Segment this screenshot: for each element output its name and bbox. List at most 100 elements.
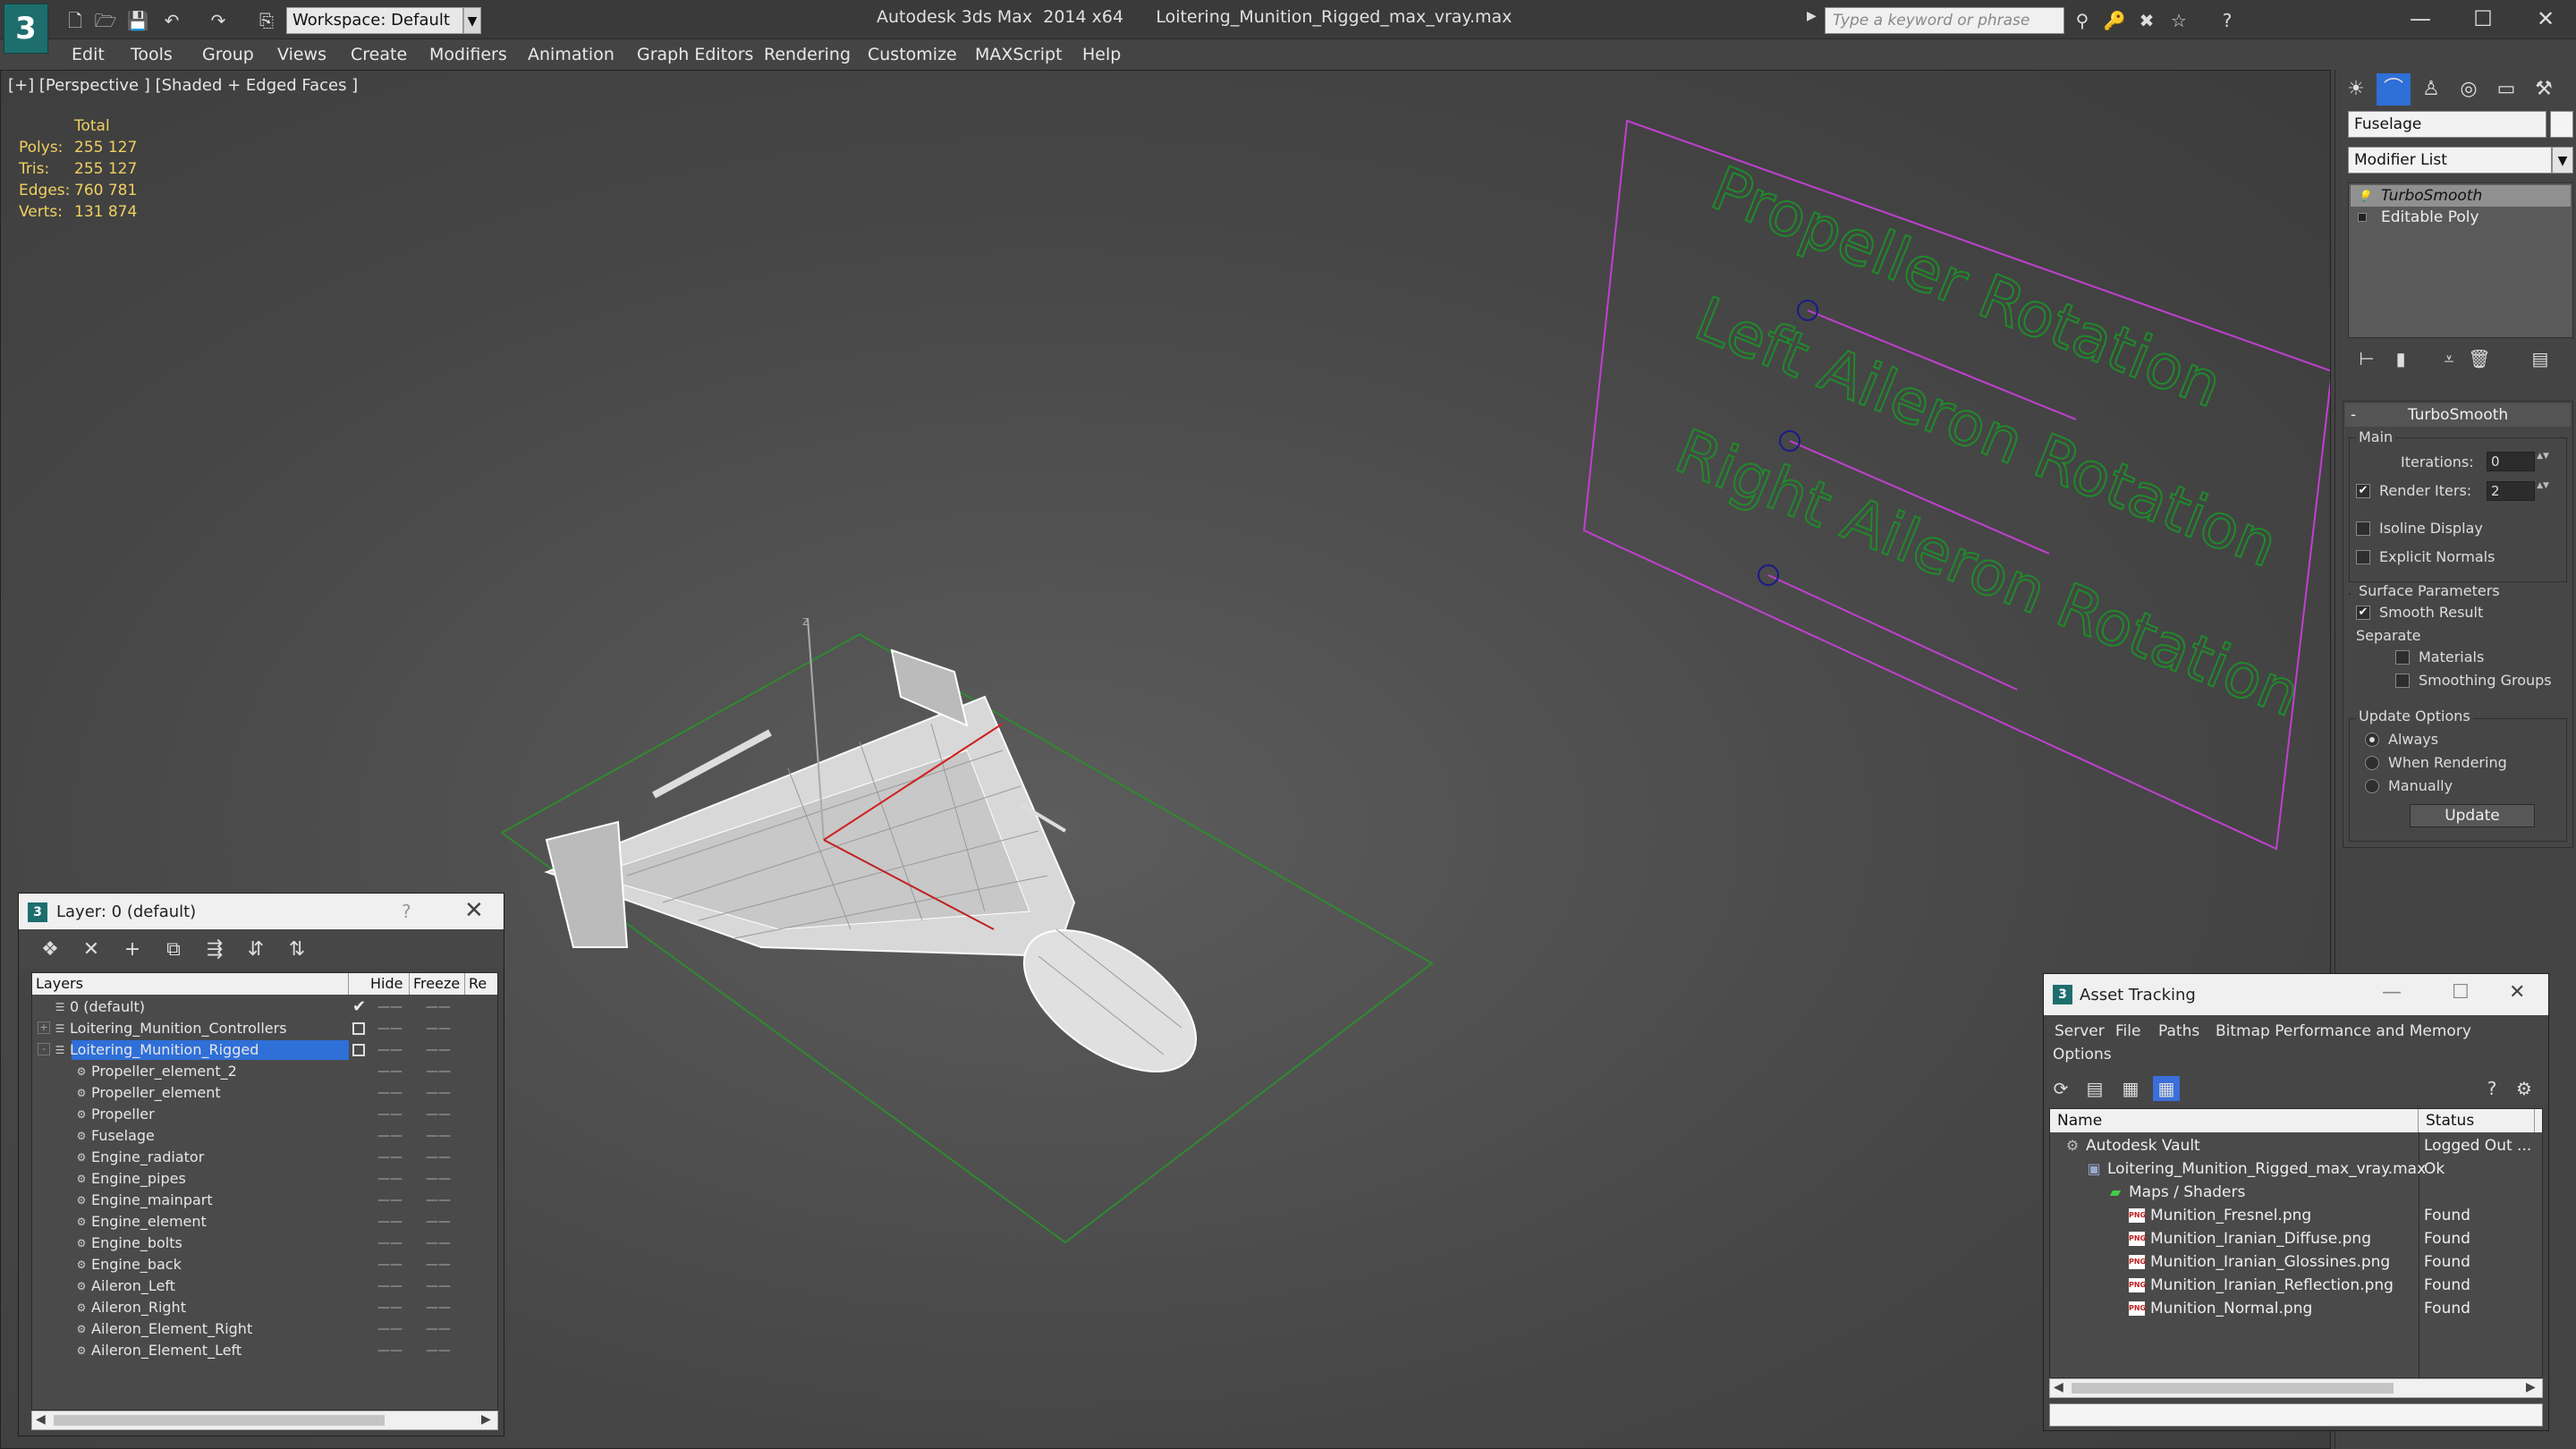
asset-list-hscrollbar[interactable]: ◀ ▶	[2049, 1378, 2543, 1398]
hide-toggle[interactable]: ——	[377, 1082, 402, 1104]
freeze-toggle[interactable]: ——	[426, 996, 451, 1018]
hide-toggle[interactable]: ——	[377, 1318, 402, 1340]
set-current-layer-icon[interactable]	[352, 1022, 365, 1035]
freeze-toggle[interactable]: ——	[426, 1061, 451, 1082]
new-file-icon[interactable]: 🗋	[63, 9, 88, 32]
favorites-star-icon[interactable]: ☆	[2166, 9, 2191, 32]
freeze-toggle[interactable]: ——	[426, 1340, 451, 1361]
scroll-thumb[interactable]	[54, 1415, 385, 1426]
stack-item-editable-poly[interactable]: Editable Poly	[2351, 207, 2571, 228]
layer-row[interactable]: ⚙ Propeller —— ——	[32, 1104, 497, 1125]
freeze-toggle[interactable]: ——	[426, 1233, 451, 1254]
freeze-toggle[interactable]: ——	[426, 1082, 451, 1104]
column-status[interactable]: Status	[2419, 1109, 2535, 1132]
expand-toggle-icon[interactable]: +	[38, 1021, 50, 1034]
menu-customize[interactable]: Customize	[868, 45, 957, 64]
show-end-result-icon[interactable]: ▮	[2387, 345, 2414, 372]
set-current-layer-icon[interactable]	[352, 1044, 365, 1056]
scroll-left-icon[interactable]: ◀	[36, 1412, 46, 1427]
create-new-layer-icon[interactable]: ❖	[37, 936, 64, 963]
make-unique-icon[interactable]: ⩡	[2436, 345, 2462, 372]
help-icon[interactable]: ?	[2479, 1076, 2505, 1101]
update-manually-radio[interactable]	[2365, 779, 2379, 793]
object-color-swatch[interactable]	[2550, 111, 2573, 138]
menu-edit[interactable]: Edit	[72, 45, 105, 64]
hide-toggle[interactable]: ——	[377, 1340, 402, 1361]
asset-row[interactable]: PNG Munition_Iranian_Glossines.png Found	[2050, 1250, 2542, 1274]
asset-menu-paths[interactable]: Paths	[2158, 1022, 2199, 1040]
add-selected-to-layer-icon[interactable]: +	[119, 936, 146, 963]
column-render[interactable]: Re	[465, 973, 497, 995]
layer-row[interactable]: ⚙ Engine_mainpart —— ——	[32, 1190, 497, 1211]
freeze-toggle[interactable]: ——	[426, 1018, 451, 1039]
menu-group[interactable]: Group	[202, 45, 254, 64]
asset-menu-bitmap-performance[interactable]: Bitmap Performance and Memory	[2216, 1022, 2471, 1040]
stack-item-turbosmooth[interactable]: 💡 TurboSmooth	[2351, 185, 2571, 207]
layer-row[interactable]: ☰ 0 (default) ✔ —— ——	[32, 996, 497, 1018]
menu-animation[interactable]: Animation	[528, 45, 614, 64]
scroll-right-icon[interactable]: ▶	[481, 1412, 491, 1427]
open-file-icon[interactable]: 🗁	[93, 9, 118, 32]
maximize-icon[interactable]: ☐	[2458, 2, 2508, 36]
detail-view-icon[interactable]: ▦	[2117, 1076, 2144, 1101]
undo-icon[interactable]: ↶	[159, 9, 184, 32]
freeze-toggle[interactable]: ——	[426, 1039, 451, 1061]
layer-row[interactable]: + ☰ Loitering_Munition_Controllers —— ——	[32, 1018, 497, 1039]
asset-menu-server[interactable]: Server	[2055, 1022, 2105, 1040]
hide-toggle[interactable]: ——	[377, 1211, 402, 1233]
update-always-radio[interactable]	[2365, 733, 2379, 747]
iterations-spinner[interactable]: 0	[2487, 452, 2535, 471]
rollout-header[interactable]: - TurboSmooth	[2345, 403, 2571, 427]
hide-toggle[interactable]: ——	[377, 1190, 402, 1211]
exchange-icon[interactable]: ✖	[2134, 9, 2159, 32]
layer-row[interactable]: ⚙ Propeller_element_2 —— ——	[32, 1061, 497, 1082]
highlight-selected-layer-icon[interactable]: ⇶	[201, 936, 228, 963]
asset-row[interactable]: ⚙ Autodesk Vault Logged Out ...	[2050, 1134, 2542, 1157]
search-expand-icon[interactable]: ▶	[1807, 9, 1823, 32]
list-view-icon[interactable]: ▤	[2081, 1076, 2108, 1101]
asset-row[interactable]: ▰ Maps / Shaders	[2050, 1181, 2542, 1204]
render-iters-checkbox[interactable]: ✔	[2356, 484, 2370, 498]
menu-help[interactable]: Help	[1082, 45, 1121, 64]
minimize-icon[interactable]: —	[2395, 2, 2445, 36]
iterations-spinner-arrows[interactable]: ▲▼	[2537, 452, 2549, 471]
asset-row[interactable]: PNG Munition_Iranian_Diffuse.png Found	[2050, 1227, 2542, 1250]
freeze-toggle[interactable]: ——	[426, 1318, 451, 1340]
hide-toggle[interactable]: ——	[377, 1061, 402, 1082]
freeze-toggle[interactable]: ——	[426, 1147, 451, 1168]
object-name-field[interactable]: Fuselage	[2348, 111, 2546, 138]
hide-toggle[interactable]: ——	[377, 1233, 402, 1254]
layer-row[interactable]: ⚙ Engine_bolts —— ——	[32, 1233, 497, 1254]
smooth-result-checkbox[interactable]: ✔	[2356, 606, 2370, 620]
scroll-left-icon[interactable]: ◀	[2054, 1380, 2063, 1394]
remove-modifier-icon[interactable]: 🗑	[2466, 345, 2493, 372]
create-tab-icon[interactable]: ☀	[2339, 73, 2373, 106]
asset-menu-file[interactable]: File	[2115, 1022, 2140, 1040]
update-when-rendering-radio[interactable]	[2365, 756, 2379, 770]
render-iters-spinner[interactable]: 2	[2487, 481, 2535, 501]
asset-row[interactable]: ▣ Loitering_Munition_Rigged_max_vray.max O…	[2050, 1157, 2542, 1181]
settings-icon[interactable]: ⚙	[2511, 1076, 2538, 1101]
hide-toggle[interactable]: ——	[377, 1039, 402, 1061]
display-tab-icon[interactable]: ▭	[2489, 73, 2523, 106]
separate-materials-checkbox[interactable]	[2395, 650, 2410, 665]
freeze-toggle[interactable]: ——	[426, 1254, 451, 1275]
maximize-icon[interactable]: ☐	[2452, 981, 2470, 1004]
drone-model[interactable]	[544, 648, 1220, 1100]
layer-row[interactable]: ⚙ Engine_radiator —— ——	[32, 1147, 497, 1168]
viewport-label-menu[interactable]: [+] [Perspective ] [Shaded + Edged Faces…	[8, 76, 358, 95]
column-freeze[interactable]: Freeze	[410, 973, 465, 995]
workspace-select[interactable]: Workspace: Default	[286, 7, 463, 34]
search-input[interactable]: Type a keyword or phrase	[1825, 7, 2064, 34]
render-iters-spinner-arrows[interactable]: ▲▼	[2537, 481, 2549, 501]
separate-smoothing-groups-checkbox[interactable]	[2395, 674, 2410, 688]
select-objects-in-layer-icon[interactable]: ⧉	[160, 936, 187, 963]
asset-menu-options[interactable]: Options	[2053, 1046, 2112, 1063]
expand-toggle-icon[interactable]: -	[38, 1043, 50, 1055]
app-logo-icon[interactable]: 3	[4, 4, 48, 54]
freeze-toggle[interactable]: ——	[426, 1104, 451, 1125]
layer-row[interactable]: ⚙ Fuselage —— ——	[32, 1125, 497, 1147]
lightbulb-icon[interactable]: 💡	[2358, 189, 2371, 203]
help-icon[interactable]: ?	[402, 901, 411, 922]
subscription-key-icon[interactable]: 🔑	[2102, 9, 2127, 32]
